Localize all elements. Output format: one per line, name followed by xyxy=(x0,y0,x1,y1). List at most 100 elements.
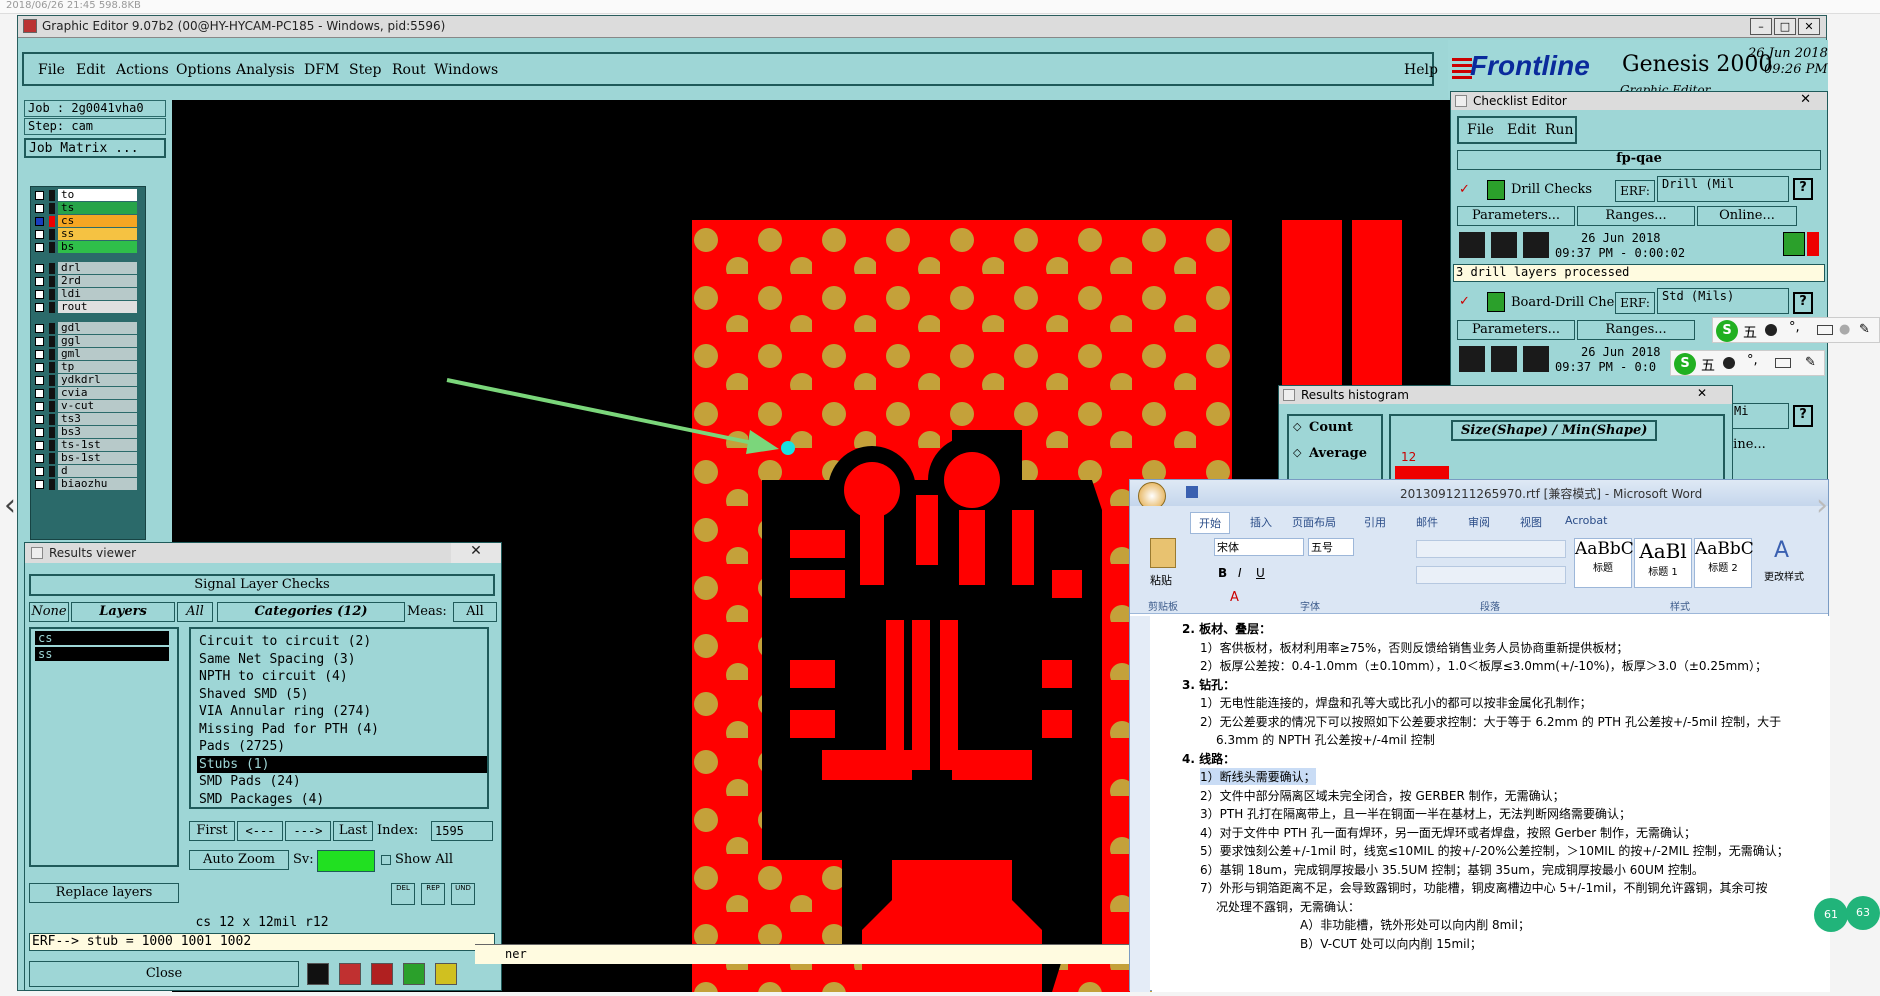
checklist-menu-edit[interactable]: Edit xyxy=(1507,122,1536,138)
layer-checkbox[interactable] xyxy=(35,350,44,359)
fullwidth-icon[interactable] xyxy=(1765,324,1777,336)
prev-image-icon[interactable]: ‹ xyxy=(4,488,16,523)
item3-erf-field[interactable]: Mi xyxy=(1729,403,1789,429)
ribbon-tab-home[interactable]: 开始 xyxy=(1190,512,1230,534)
layer-checkbox[interactable] xyxy=(35,363,44,372)
none-button[interactable]: None xyxy=(29,602,69,622)
user-icon[interactable]: ● xyxy=(1839,322,1850,337)
keyboard-icon[interactable] xyxy=(1817,325,1833,335)
run-step-icon[interactable] xyxy=(1491,232,1517,258)
prev-button[interactable]: <--- xyxy=(237,821,283,841)
average-option[interactable]: Average xyxy=(1309,446,1367,461)
settings-icon[interactable]: ✎ xyxy=(1805,355,1816,370)
layer-checkbox[interactable] xyxy=(35,337,44,346)
layer-name[interactable]: ydkdrl xyxy=(58,374,137,386)
layer-checkbox[interactable] xyxy=(35,402,44,411)
layer-row[interactable]: ydkdrl xyxy=(31,374,145,387)
layer-row[interactable]: drl xyxy=(31,262,145,275)
meas-dropdown[interactable]: All xyxy=(453,602,497,622)
sogou-logo-icon[interactable]: S xyxy=(1716,320,1738,342)
layer-checkbox[interactable] xyxy=(35,428,44,437)
drill-help-button[interactable]: ? xyxy=(1793,178,1813,200)
layers-button[interactable]: Layers xyxy=(71,602,175,622)
layer-name[interactable]: gml xyxy=(58,348,137,360)
run-all-icon[interactable] xyxy=(1523,232,1549,258)
category-item[interactable]: NPTH to circuit (4) xyxy=(197,668,487,685)
drill-parameters-button[interactable]: Parameters... xyxy=(1457,206,1575,226)
drill-online-button[interactable]: Online... xyxy=(1697,206,1797,226)
layer-row[interactable]: ts3 xyxy=(31,413,145,426)
layer-row[interactable]: gdl xyxy=(31,322,145,335)
layer-row[interactable]: ts xyxy=(31,202,145,215)
layer-name[interactable]: ldi xyxy=(58,288,137,300)
layer-checkbox[interactable] xyxy=(35,243,44,252)
fullwidth-icon[interactable] xyxy=(1723,357,1735,369)
layer-checkbox[interactable] xyxy=(35,264,44,273)
menu-edit[interactable]: Edit xyxy=(76,62,105,78)
radio-icon[interactable]: ◇ xyxy=(1293,446,1301,459)
font-size-field[interactable]: 五号 xyxy=(1308,538,1354,556)
next-button[interactable]: ---> xyxy=(285,821,331,841)
layer-row[interactable]: ss xyxy=(31,228,145,241)
drill-checks-title[interactable]: Drill Checks xyxy=(1511,182,1592,197)
layer-name[interactable]: ts xyxy=(58,202,137,214)
run-step-icon[interactable] xyxy=(1491,346,1517,372)
board-drill-ranges-button[interactable]: Ranges... xyxy=(1577,320,1695,340)
layer-checkbox[interactable] xyxy=(35,480,44,489)
punct-icon[interactable]: °, xyxy=(1747,353,1758,368)
run-all-icon[interactable] xyxy=(1523,346,1549,372)
layer-name[interactable]: ggl xyxy=(58,335,137,347)
layer-name[interactable]: cs xyxy=(58,215,137,227)
layer-row[interactable]: cs xyxy=(31,215,145,228)
board-drill-help-button[interactable]: ? xyxy=(1793,292,1813,314)
categories-header[interactable]: Categories (12) xyxy=(217,602,405,622)
board-drill-erf-field[interactable]: Std (Mils) xyxy=(1657,288,1789,314)
tool-icon-4[interactable] xyxy=(403,963,425,985)
layer-row[interactable]: v-cut xyxy=(31,400,145,413)
all-layers-button[interactable]: All xyxy=(177,602,213,622)
tool-icon-5[interactable] xyxy=(435,963,457,985)
layer-checkbox[interactable] xyxy=(35,324,44,333)
layer-checkbox[interactable] xyxy=(35,389,44,398)
run-icon[interactable] xyxy=(1459,346,1485,372)
settings-icon[interactable]: ✎ xyxy=(1859,322,1870,337)
layer-name[interactable]: rout xyxy=(58,301,137,313)
results-viewer-close-icon[interactable]: ✕ xyxy=(451,543,501,563)
layer-row[interactable]: bs xyxy=(31,241,145,254)
ribbon-tab-layout[interactable]: 页面布局 xyxy=(1292,514,1336,530)
float-badge-2[interactable]: 63 xyxy=(1846,896,1880,930)
menu-step[interactable]: Step xyxy=(349,62,381,78)
result-layer-item[interactable]: ss xyxy=(35,647,169,661)
maximize-button[interactable]: □ xyxy=(1774,18,1796,35)
document-body[interactable]: 2. 板材、叠层： 1）客供板材，板材利用率≥75%，否则反馈给销售业务人员协商重… xyxy=(1152,616,1830,992)
checklist-close-icon[interactable]: ✕ xyxy=(1800,92,1811,107)
check-mark-icon[interactable]: ✓ xyxy=(1459,294,1470,309)
float-badge-1[interactable]: 61 xyxy=(1814,898,1848,932)
minimize-button[interactable]: – xyxy=(1750,18,1772,35)
menu-analysis[interactable]: Analysis xyxy=(236,62,295,78)
bold-icon[interactable]: B xyxy=(1218,566,1227,580)
layer-name[interactable]: gdl xyxy=(58,322,137,334)
list-controls[interactable] xyxy=(1416,540,1566,558)
punct-icon[interactable]: °, xyxy=(1789,320,1800,335)
show-all-checkbox[interactable] xyxy=(381,855,391,865)
keyboard-icon[interactable] xyxy=(1775,358,1791,368)
ribbon-tab-mailings[interactable]: 邮件 xyxy=(1416,514,1438,530)
checklist-menu-file[interactable]: File xyxy=(1467,122,1494,138)
layer-row[interactable]: to xyxy=(31,189,145,202)
italic-icon[interactable]: I xyxy=(1238,566,1242,580)
last-button[interactable]: Last xyxy=(333,821,373,841)
layer-checkbox[interactable] xyxy=(35,230,44,239)
paste-icon[interactable] xyxy=(1150,538,1176,568)
category-item[interactable]: Shaved SMD (5) xyxy=(197,686,487,703)
layer-checkbox[interactable] xyxy=(35,204,44,213)
tool-icon-2[interactable] xyxy=(339,963,361,985)
ribbon-tab-insert[interactable]: 插入 xyxy=(1250,514,1272,530)
font-color-icon[interactable]: A xyxy=(1230,590,1239,605)
und-icon[interactable]: UND xyxy=(451,883,475,905)
category-item[interactable]: Pads (2725) xyxy=(197,738,487,755)
category-item[interactable]: SMD Packages (4) xyxy=(197,791,487,808)
layer-checkbox[interactable] xyxy=(35,376,44,385)
menu-actions[interactable]: Actions xyxy=(116,62,169,78)
first-button[interactable]: First xyxy=(189,821,235,841)
